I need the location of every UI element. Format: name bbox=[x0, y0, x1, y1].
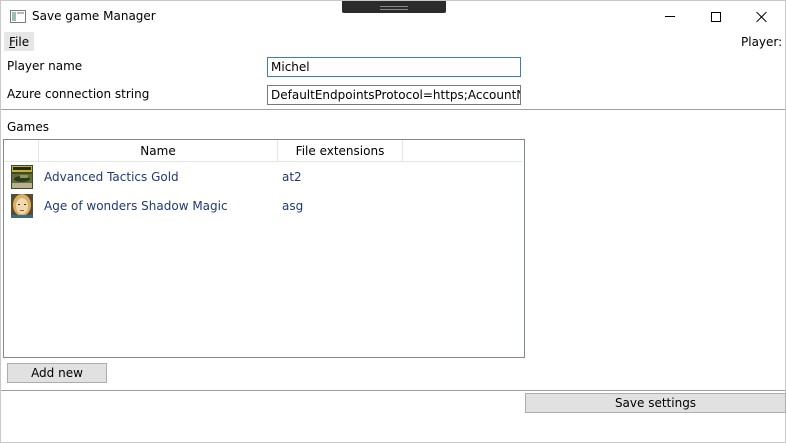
player-status-label: Player: bbox=[741, 35, 783, 49]
table-row[interactable]: Age of wonders Shadow Magic asg bbox=[4, 191, 522, 220]
column-header-icon[interactable] bbox=[4, 140, 39, 161]
window-app-icon bbox=[10, 10, 26, 23]
table-row[interactable]: Advanced Tactics Gold at2 bbox=[4, 162, 522, 191]
column-header-name[interactable]: Name bbox=[39, 140, 278, 161]
minimize-icon bbox=[665, 16, 675, 17]
title-bar[interactable]: Save game Manager bbox=[1, 1, 785, 32]
game-name: Advanced Tactics Gold bbox=[44, 170, 179, 184]
games-list-header: Name File extensions bbox=[4, 140, 522, 162]
game-extension: at2 bbox=[282, 170, 302, 184]
games-list[interactable]: Name File extensions Advanced Tactics Go… bbox=[3, 139, 525, 358]
player-name-input[interactable]: Michel bbox=[267, 57, 521, 77]
tank-game-icon bbox=[11, 165, 33, 189]
game-name: Age of wonders Shadow Magic bbox=[44, 199, 228, 213]
close-button[interactable] bbox=[739, 1, 785, 32]
separator-bottom bbox=[1, 390, 785, 391]
maximize-button[interactable] bbox=[693, 1, 739, 32]
column-header-extensions[interactable]: File extensions bbox=[278, 140, 403, 161]
menu-file[interactable]: File bbox=[4, 32, 34, 51]
close-icon bbox=[756, 11, 768, 23]
player-name-label: Player name bbox=[7, 59, 83, 73]
azure-connection-input[interactable]: DefaultEndpointsProtocol=https;AccountNa… bbox=[267, 85, 521, 105]
azure-connection-label: Azure connection string bbox=[7, 87, 150, 101]
maximize-icon bbox=[711, 11, 721, 22]
add-new-button[interactable]: Add new bbox=[7, 363, 107, 383]
portrait-game-icon bbox=[11, 194, 33, 218]
separator-top bbox=[1, 109, 785, 110]
drag-handle[interactable] bbox=[342, 1, 446, 13]
menu-file-label: ile bbox=[15, 35, 30, 49]
minimize-button[interactable] bbox=[647, 1, 693, 32]
games-section-label: Games bbox=[7, 120, 49, 134]
window-title: Save game Manager bbox=[32, 9, 156, 23]
main-window: Save game Manager File Player: Player na… bbox=[0, 0, 786, 443]
save-settings-button[interactable]: Save settings bbox=[525, 393, 786, 413]
game-extension: asg bbox=[282, 199, 304, 213]
